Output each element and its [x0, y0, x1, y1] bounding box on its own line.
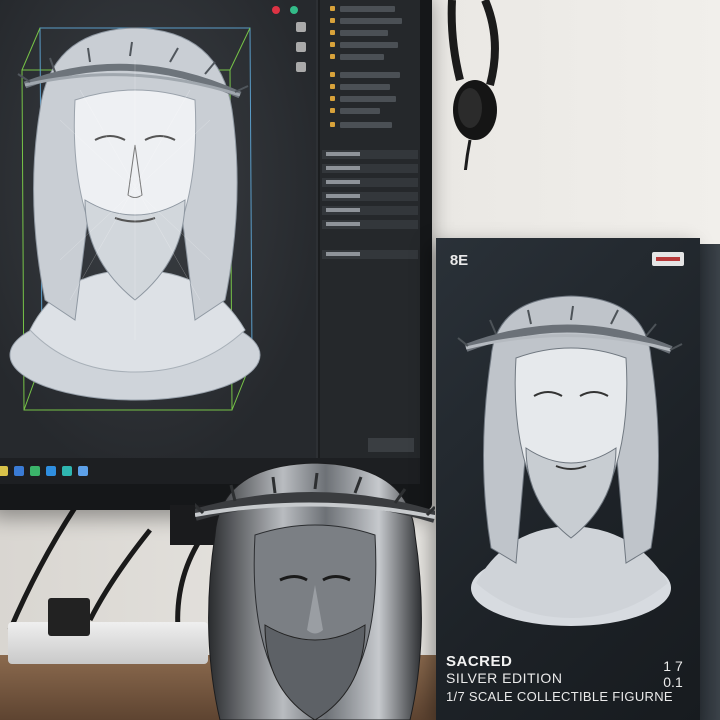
panel-footer-status — [368, 438, 414, 452]
tree-item-icon[interactable] — [330, 18, 335, 23]
tree-item-icon[interactable] — [330, 96, 335, 101]
brand-badge — [652, 252, 684, 266]
collectible-box: 8E SACRED SILVER EDITION 1/7 SCALE COLLE… — [436, 238, 700, 720]
property-row[interactable] — [322, 250, 418, 259]
viewport-tool-icon[interactable] — [296, 22, 306, 32]
tree-item[interactable] — [340, 84, 390, 90]
power-plug — [48, 598, 90, 636]
tree-item[interactable] — [340, 30, 388, 36]
tree-item[interactable] — [340, 122, 392, 128]
property-row[interactable] — [322, 164, 418, 173]
tree-item[interactable] — [340, 72, 400, 78]
tree-item-icon[interactable] — [330, 72, 335, 77]
box-scale-line: 1/7 SCALE COLLECTIBLE FIGURNE — [446, 689, 673, 704]
box-title: SACRED — [446, 653, 513, 670]
property-row[interactable] — [322, 150, 418, 159]
wireframe-bust-model — [9, 27, 261, 411]
tree-item[interactable] — [340, 6, 395, 12]
tree-item[interactable] — [340, 54, 384, 60]
app-icon-blue2[interactable] — [78, 466, 88, 476]
tree-item[interactable] — [340, 96, 396, 102]
tree-item[interactable] — [340, 42, 398, 48]
viewport-axis-icon[interactable] — [272, 6, 280, 14]
app-icon-green[interactable] — [30, 466, 40, 476]
viewport-tool-icon-2[interactable] — [296, 42, 306, 52]
monitor-screen — [0, 0, 420, 460]
box-side-panel — [700, 244, 720, 720]
box-num-top-text: 1 7 — [663, 658, 683, 674]
box-subtitle: SILVER EDITION — [446, 670, 563, 686]
property-row[interactable] — [322, 178, 418, 187]
3d-viewport[interactable] — [0, 0, 316, 460]
box-illustration — [457, 295, 683, 626]
property-row[interactable] — [322, 206, 418, 215]
tree-item-icon[interactable] — [330, 30, 335, 35]
viewport-axis-icon-2[interactable] — [290, 6, 298, 14]
box-number-top: 1 7 0.1 — [655, 658, 691, 690]
tree-item-icon[interactable] — [330, 54, 335, 59]
app-icon-teal[interactable] — [62, 466, 72, 476]
tree-item-icon[interactable] — [330, 42, 335, 47]
start-icon[interactable] — [0, 466, 8, 476]
viewport-tool-icon-3[interactable] — [296, 62, 306, 72]
property-row[interactable] — [322, 192, 418, 201]
tree-item[interactable] — [340, 108, 380, 114]
tree-item-icon[interactable] — [330, 6, 335, 11]
app-icon-blue[interactable] — [46, 466, 56, 476]
headphones — [447, 0, 499, 170]
tree-item[interactable] — [340, 18, 402, 24]
box-num-bottom-text: 0.1 — [663, 674, 683, 690]
tree-item-icon[interactable] — [330, 122, 335, 127]
property-row[interactable] — [322, 220, 418, 229]
power-strip — [8, 622, 208, 664]
monitor — [0, 0, 432, 510]
search-icon[interactable] — [14, 466, 24, 476]
outliner-panel — [318, 0, 420, 460]
silver-bust-figure — [195, 462, 435, 720]
tree-item-icon[interactable] — [330, 108, 335, 113]
brand-logo: 8E — [449, 252, 469, 269]
tree-item-icon[interactable] — [330, 84, 335, 89]
